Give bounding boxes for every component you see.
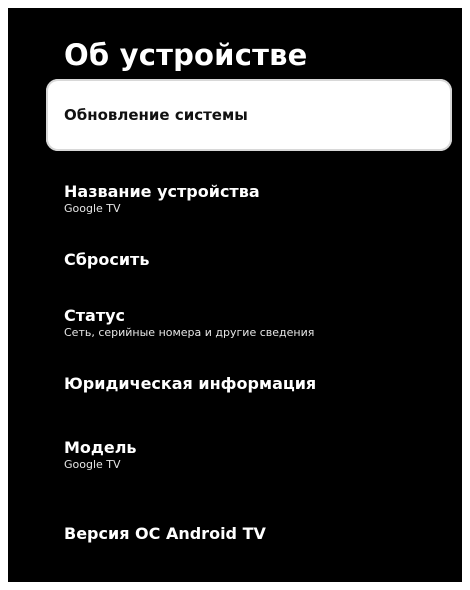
menu-item-subtitle: Сеть, серийные номера и другие сведения bbox=[64, 326, 315, 339]
menu-item-label: Версия ОС Android TV bbox=[64, 524, 266, 543]
menu-item-label: Статус bbox=[64, 306, 125, 325]
menu-item-device-name[interactable]: Название устройства Google TV bbox=[64, 182, 454, 216]
menu-item-label: Юридическая информация bbox=[64, 374, 317, 393]
menu-item-subtitle: Google TV bbox=[64, 458, 121, 471]
menu-item-label: Обновление системы bbox=[64, 106, 248, 124]
menu-item-label: Название устройства bbox=[64, 182, 260, 201]
page-title: Об устройстве bbox=[64, 38, 308, 72]
menu-item-legal-info[interactable]: Юридическая информация bbox=[64, 374, 454, 394]
menu-item-model[interactable]: Модель Google TV bbox=[64, 438, 454, 472]
menu-item-status[interactable]: Статус Сеть, серийные номера и другие св… bbox=[64, 306, 454, 340]
settings-screen: Об устройстве Обновление системы Названи… bbox=[8, 8, 462, 582]
menu-item-label: Модель bbox=[64, 438, 137, 457]
menu-item-reset[interactable]: Сбросить bbox=[64, 250, 454, 270]
menu-item-system-update[interactable]: Обновление системы bbox=[46, 79, 452, 151]
menu-item-subtitle: Google TV bbox=[64, 202, 121, 215]
menu-item-label: Сбросить bbox=[64, 250, 150, 269]
menu-item-android-tv-os-version[interactable]: Версия ОС Android TV bbox=[64, 524, 454, 544]
